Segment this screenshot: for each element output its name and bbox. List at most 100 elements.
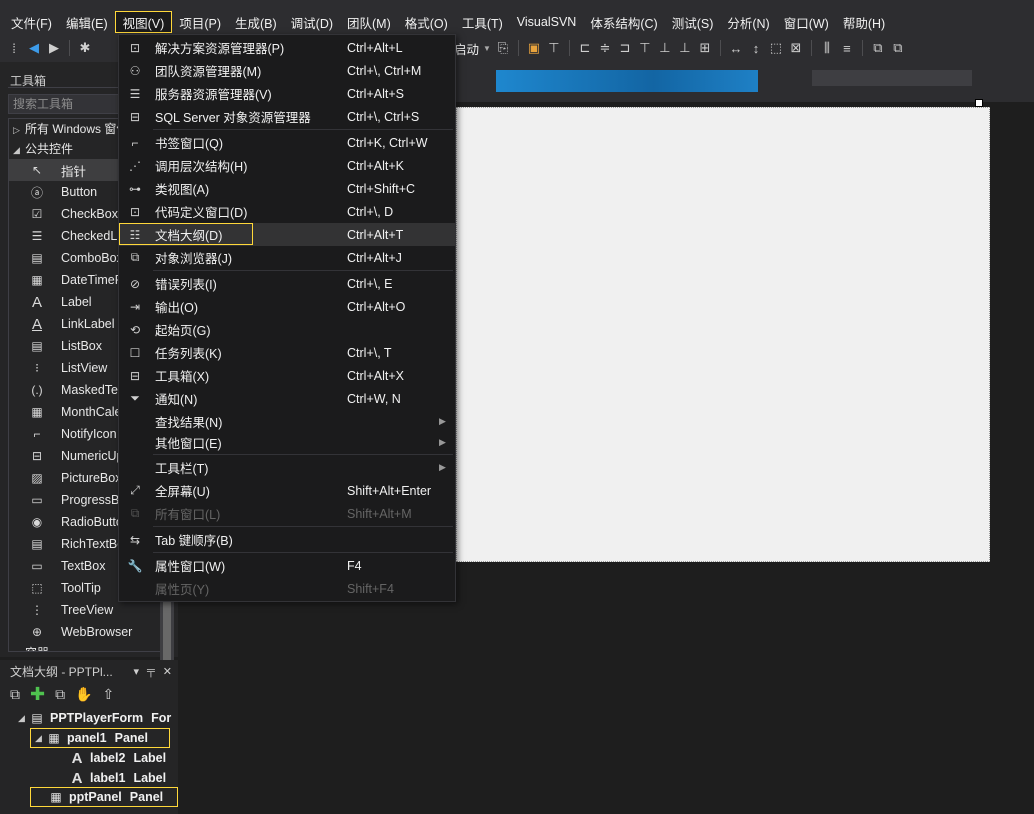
menu-visualsvn[interactable]: VisualSVN (510, 11, 584, 33)
bring-front-icon[interactable]: ⊤ (546, 40, 562, 56)
add-icon[interactable]: ✚ (30, 684, 45, 705)
menu-item-shortcut: Ctrl+\, D (347, 204, 394, 219)
attach-icon[interactable]: ⎘ (495, 40, 511, 56)
menu-item-shortcut: Ctrl+\, Ctrl+M (347, 63, 422, 78)
bring-to-front-icon[interactable]: ⧉ (870, 40, 886, 56)
same-height-icon[interactable]: ↕ (748, 40, 764, 56)
view-menu-item-9[interactable]: ⧉ 对象浏览器(J) Ctrl+Alt+J (119, 246, 455, 269)
document-outline-icon: ☷ (129, 227, 141, 242)
outline-node-label1[interactable]: A label1 Label (70, 768, 167, 788)
outline-node-pptpanel[interactable]: ▦ pptPanel Panel (30, 787, 178, 807)
menu-item-shortcut: Ctrl+\, T (347, 345, 392, 360)
copy-icon[interactable]: ⧉ (10, 686, 20, 703)
same-size-icon[interactable]: ⬚ (768, 40, 784, 56)
new-project-icon[interactable]: ✱ (77, 40, 93, 56)
outline-node-panel1[interactable]: ◢ ▦ panel1 Panel (30, 728, 170, 748)
menu-item-shortcut: Ctrl+K, Ctrl+W (347, 135, 428, 150)
view-menu-item-22[interactable]: 🔧 属性窗口(W) F4 (119, 554, 455, 577)
size-to-grid-icon[interactable]: ⊠ (788, 40, 804, 56)
close-icon[interactable]: ✕ (163, 665, 172, 678)
form-design-surface[interactable] (456, 107, 990, 562)
view-menu-item-2[interactable]: ☰ 服务器资源管理器(V) Ctrl+Alt+S (119, 82, 455, 105)
view-menu-item-6[interactable]: ⊶ 类视图(A) Ctrl+Shift+C (119, 177, 455, 200)
view-menu-item-10[interactable]: ⊘ 错误列表(I) Ctrl+\, E (119, 272, 455, 295)
view-menu-item-17[interactable]: 其他窗口(E) ▶ (119, 431, 455, 454)
hand-icon[interactable]: ✋ (75, 686, 92, 703)
toolbox-title: 工具箱 (10, 74, 47, 88)
menu-tools[interactable]: 工具(T) (455, 11, 510, 33)
align-left-icon[interactable]: ⊏ (577, 40, 593, 56)
menu-item-label: 属性页(Y) (155, 583, 210, 597)
menu-edit[interactable]: 编辑(E) (59, 11, 115, 33)
menu-item-shortcut: Shift+F4 (347, 581, 394, 596)
resize-grip-icon[interactable] (975, 99, 983, 107)
view-menu-item-13[interactable]: ☐ 任务列表(K) Ctrl+\, T (119, 341, 455, 364)
outline-node-form[interactable]: ◢ ▤ PPTPlayerForm For (18, 708, 171, 728)
solution-explorer-icon: ⊡ (129, 40, 141, 55)
submenu-arrow-icon: ▶ (439, 437, 446, 447)
align-grid-icon[interactable]: ⊞ (697, 40, 713, 56)
view-menu-item-21[interactable]: ⇆ Tab 键顺序(B) (119, 528, 455, 551)
layout-icon[interactable]: ▣ (526, 40, 542, 56)
bookmark-icon: ⌐ (131, 135, 139, 150)
menu-test[interactable]: 测试(S) (665, 11, 721, 33)
align-top-icon[interactable]: ⊤ (637, 40, 653, 56)
view-menu-item-19[interactable]: ⤢ 全屏幕(U) Shift+Alt+Enter (119, 479, 455, 502)
menu-project[interactable]: 项目(P) (172, 11, 228, 33)
menu-analyze[interactable]: 分析(N) (720, 11, 776, 33)
view-menu-item-0[interactable]: ⊡ 解决方案资源管理器(P) Ctrl+Alt+L (119, 36, 455, 59)
menu-item-label: 服务器资源管理器(V) (155, 88, 272, 102)
view-menu-item-1[interactable]: ⚇ 团队资源管理器(M) Ctrl+\, Ctrl+M (119, 59, 455, 82)
menu-view[interactable]: 视图(V) (114, 11, 173, 33)
view-menu-item-3[interactable]: ⊟ SQL Server 对象资源管理器 Ctrl+\, Ctrl+S (119, 105, 455, 128)
view-menu-item-14[interactable]: ⊟ 工具箱(X) Ctrl+Alt+X (119, 364, 455, 387)
align-center-icon[interactable]: ≑ (597, 40, 613, 56)
toolbox-item-webbrowser[interactable]: ⊕ WebBrowser (9, 621, 167, 643)
v-spacing-icon[interactable]: ≡ (839, 40, 855, 56)
menu-team[interactable]: 团队(M) (340, 11, 398, 33)
expand-icon: ▷ (13, 644, 25, 651)
menu-file[interactable]: 文件(F) (4, 11, 59, 33)
move-up-icon[interactable]: ⇧ (103, 686, 115, 703)
notifyicon-icon: ⌐ (33, 427, 41, 441)
menu-window[interactable]: 窗口(W) (777, 11, 836, 33)
textbox-icon: ▭ (31, 559, 43, 573)
active-document-tab[interactable] (496, 70, 758, 92)
inactive-document-tab[interactable] (812, 70, 972, 86)
view-menu-item-12[interactable]: ⟲ 起始页(G) (119, 318, 455, 341)
view-menu-item-20: ⧉ 所有窗口(L) Shift+Alt+M (119, 502, 455, 525)
menu-help[interactable]: 帮助(H) (836, 11, 892, 33)
same-width-icon[interactable]: ↔ (728, 40, 744, 56)
view-menu-item-15[interactable]: ⏷ 通知(N) Ctrl+W, N (119, 387, 455, 410)
view-menu-item-4[interactable]: ⌐ 书签窗口(Q) Ctrl+K, Ctrl+W (119, 131, 455, 154)
menu-item-label: 起始页(G) (155, 324, 211, 338)
menu-build[interactable]: 生成(B) (228, 11, 284, 33)
pin-icon[interactable]: ╤ (147, 665, 155, 678)
view-menu-item-7[interactable]: ⊡ 代码定义窗口(D) Ctrl+\, D (119, 200, 455, 223)
align-middle-icon[interactable]: ⊥ (657, 40, 673, 56)
menu-item-shortcut: Ctrl+Alt+S (347, 86, 404, 101)
h-spacing-icon[interactable]: ⫼ (819, 40, 835, 56)
outline-node-label2[interactable]: A label2 Label (70, 748, 167, 768)
view-menu-item-18[interactable]: 工具栏(T) ▶ (119, 456, 455, 479)
view-menu-item-11[interactable]: ⇥ 输出(O) Ctrl+Alt+O (119, 295, 455, 318)
send-to-back-icon[interactable]: ⧉ (890, 40, 906, 56)
dropdown-icon[interactable]: ▾ (133, 665, 139, 678)
forward-icon[interactable]: ▶ (46, 40, 62, 56)
toolbar-separator (517, 40, 519, 56)
group-containers[interactable]: ▷容器 (9, 643, 167, 651)
view-menu-item-5[interactable]: ⋰ 调用层次结构(H) Ctrl+Alt+K (119, 154, 455, 177)
align-bottom-icon[interactable]: ⊥ (677, 40, 693, 56)
menu-format[interactable]: 格式(O) (398, 11, 455, 33)
toolbox-item-treeview[interactable]: ⋮ TreeView (9, 599, 167, 621)
menu-architecture[interactable]: 体系结构(C) (583, 11, 664, 33)
menu-item-label: 工具箱(X) (155, 370, 210, 384)
duplicate-icon[interactable]: ⧉ (55, 686, 65, 703)
view-menu-item-8[interactable]: ☷ 文档大纲(D) Ctrl+Alt+T (119, 223, 455, 246)
align-right-icon[interactable]: ⊐ (617, 40, 633, 56)
tooltip-icon: ⬚ (31, 581, 43, 595)
menu-debug[interactable]: 调试(D) (284, 11, 340, 33)
back-icon[interactable]: ◀ (26, 40, 42, 56)
view-menu-item-16[interactable]: 查找结果(N) ▶ (119, 410, 455, 433)
fullscreen-icon: ⤢ (130, 483, 140, 497)
